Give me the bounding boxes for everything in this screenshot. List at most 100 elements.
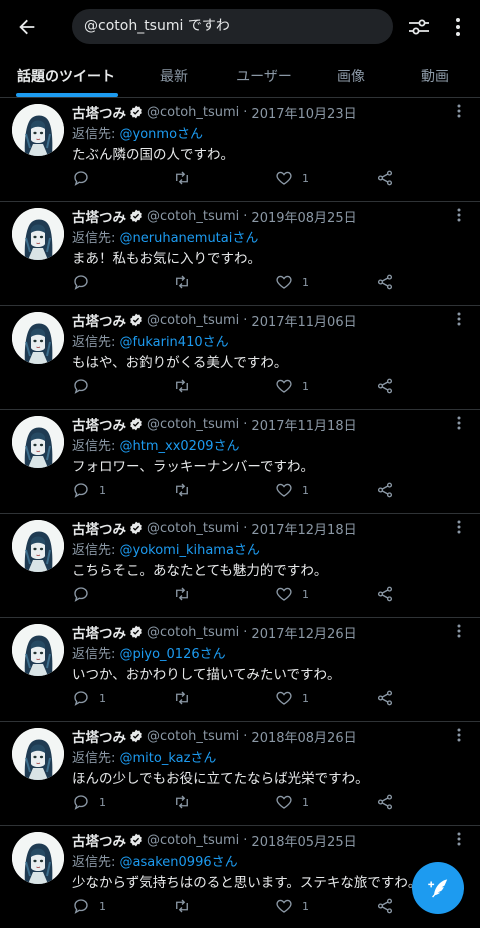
avatar[interactable]	[12, 520, 64, 572]
author-name[interactable]: 古塔つみ	[72, 310, 126, 330]
tweet-date[interactable]: 2017年12月26日	[251, 623, 356, 642]
tweet-more-button[interactable]	[452, 830, 466, 848]
author-name[interactable]: 古塔つみ	[72, 830, 126, 850]
tweet-more-button[interactable]	[452, 206, 466, 224]
like-button[interactable]: 1	[275, 584, 309, 604]
compose-tweet-button[interactable]	[412, 862, 464, 914]
search-input[interactable]: @cotoh_tsumi ですわ	[72, 9, 393, 44]
heart-icon	[276, 691, 292, 705]
tweet-date[interactable]: 2017年11月18日	[251, 415, 356, 434]
tweet[interactable]: 古塔つみ @cotoh_tsumi · 2017年12月26日 返信先: @pi…	[0, 618, 480, 722]
tweet[interactable]: 古塔つみ @cotoh_tsumi · 2018年05月25日 返信先: @as…	[0, 826, 480, 928]
tab-people[interactable]: ユーザー	[216, 54, 312, 97]
share-button[interactable]	[376, 480, 394, 500]
author-name[interactable]: 古塔つみ	[72, 414, 126, 434]
verified-badge-icon	[129, 625, 143, 639]
tab-videos[interactable]: 動画	[390, 54, 480, 97]
share-button[interactable]	[376, 584, 394, 604]
tweet[interactable]: 古塔つみ @cotoh_tsumi · 2018年08月26日 返信先: @mi…	[0, 722, 480, 826]
retweet-button[interactable]	[173, 792, 200, 812]
reply-to-link[interactable]: @mito_kazさん	[120, 751, 217, 766]
more-options-button[interactable]	[446, 12, 470, 42]
tweet-more-button[interactable]	[452, 414, 466, 432]
reply-button[interactable]: 1	[72, 896, 106, 916]
separator-dot: ·	[243, 728, 248, 744]
like-button[interactable]: 1	[275, 480, 309, 500]
retweet-button[interactable]	[173, 376, 200, 396]
retweet-button[interactable]	[173, 168, 200, 188]
reply-context: 返信先: @piyo_0126さん	[72, 643, 226, 662]
reply-button[interactable]: 1	[72, 480, 106, 500]
share-button[interactable]	[376, 896, 394, 916]
retweet-button[interactable]	[173, 688, 200, 708]
share-button[interactable]	[376, 376, 394, 396]
tweet-more-button[interactable]	[452, 518, 466, 536]
reply-to-link[interactable]: @neruhanemutaiさん	[120, 231, 259, 246]
tweet-header: 古塔つみ @cotoh_tsumi · 2017年12月18日	[72, 518, 357, 539]
tab-latest[interactable]: 最新	[132, 54, 216, 97]
verified-badge-icon	[129, 209, 143, 223]
retweet-button[interactable]	[173, 584, 200, 604]
tweet-date[interactable]: 2017年11月06日	[251, 311, 356, 330]
share-button[interactable]	[376, 272, 394, 292]
tweet-more-button[interactable]	[452, 622, 466, 640]
retweet-button[interactable]	[173, 480, 200, 500]
share-button[interactable]	[376, 792, 394, 812]
tweet[interactable]: 古塔つみ @cotoh_tsumi · 2017年10月23日 返信先: @yo…	[0, 98, 480, 202]
like-button[interactable]: 1	[275, 688, 309, 708]
avatar[interactable]	[12, 624, 64, 676]
retweet-button[interactable]	[173, 896, 200, 916]
like-button[interactable]: 1	[275, 272, 309, 292]
search-filter-button[interactable]	[404, 12, 434, 42]
reply-to-link[interactable]: @yonmoさん	[120, 127, 204, 142]
tweet-date[interactable]: 2019年08月25日	[251, 207, 356, 226]
tab-photos[interactable]: 画像	[312, 54, 390, 97]
like-button[interactable]: 1	[275, 792, 309, 812]
reply-button[interactable]: 1	[72, 792, 106, 812]
avatar[interactable]	[12, 208, 64, 260]
reply-button[interactable]	[72, 272, 99, 292]
author-name[interactable]: 古塔つみ	[72, 726, 126, 746]
reply-to-link[interactable]: @fukarin410さん	[120, 335, 229, 350]
author-name[interactable]: 古塔つみ	[72, 518, 126, 538]
reply-button[interactable]	[72, 584, 99, 604]
reply-button[interactable]	[72, 168, 99, 188]
tweet-more-button[interactable]	[452, 726, 466, 744]
tweet-date[interactable]: 2018年05月25日	[251, 831, 356, 850]
avatar[interactable]	[12, 312, 64, 364]
tweet-more-button[interactable]	[452, 102, 466, 120]
avatar[interactable]	[12, 416, 64, 468]
back-button[interactable]	[12, 12, 42, 42]
reply-to-link[interactable]: @piyo_0126さん	[120, 647, 226, 662]
reply-to-link[interactable]: @asaken0996さん	[120, 855, 238, 870]
reply-button[interactable]: 1	[72, 688, 106, 708]
heart-icon	[276, 795, 292, 809]
tab-top[interactable]: 話題のツイート	[0, 54, 132, 97]
reply-to-link[interactable]: @yokomi_kihamaさん	[120, 543, 260, 558]
verified-badge-icon	[129, 833, 143, 847]
tweet-date[interactable]: 2017年12月18日	[251, 519, 356, 538]
share-button[interactable]	[376, 168, 394, 188]
like-button[interactable]: 1	[275, 896, 309, 916]
tweet[interactable]: 古塔つみ @cotoh_tsumi · 2017年12月18日 返信先: @yo…	[0, 514, 480, 618]
tweet-text: もはや、お釣りがくる美人ですわ。	[72, 355, 288, 371]
share-button[interactable]	[376, 688, 394, 708]
author-name[interactable]: 古塔つみ	[72, 622, 126, 642]
author-name[interactable]: 古塔つみ	[72, 206, 126, 226]
tweet-more-button[interactable]	[452, 310, 466, 328]
retweet-button[interactable]	[173, 272, 200, 292]
tweet-date[interactable]: 2018年08月26日	[251, 727, 356, 746]
more-vertical-icon	[457, 728, 461, 742]
avatar[interactable]	[12, 832, 64, 884]
tweet[interactable]: 古塔つみ @cotoh_tsumi · 2017年11月06日 返信先: @fu…	[0, 306, 480, 410]
reply-button[interactable]	[72, 376, 99, 396]
reply-to-link[interactable]: @htm_xx0209さん	[120, 439, 240, 454]
like-button[interactable]: 1	[275, 376, 309, 396]
avatar[interactable]	[12, 728, 64, 780]
like-button[interactable]: 1	[275, 168, 309, 188]
author-name[interactable]: 古塔つみ	[72, 102, 126, 122]
avatar[interactable]	[12, 104, 64, 156]
tweet-date[interactable]: 2017年10月23日	[251, 103, 356, 122]
tweet[interactable]: 古塔つみ @cotoh_tsumi · 2019年08月25日 返信先: @ne…	[0, 202, 480, 306]
tweet[interactable]: 古塔つみ @cotoh_tsumi · 2017年11月18日 返信先: @ht…	[0, 410, 480, 514]
